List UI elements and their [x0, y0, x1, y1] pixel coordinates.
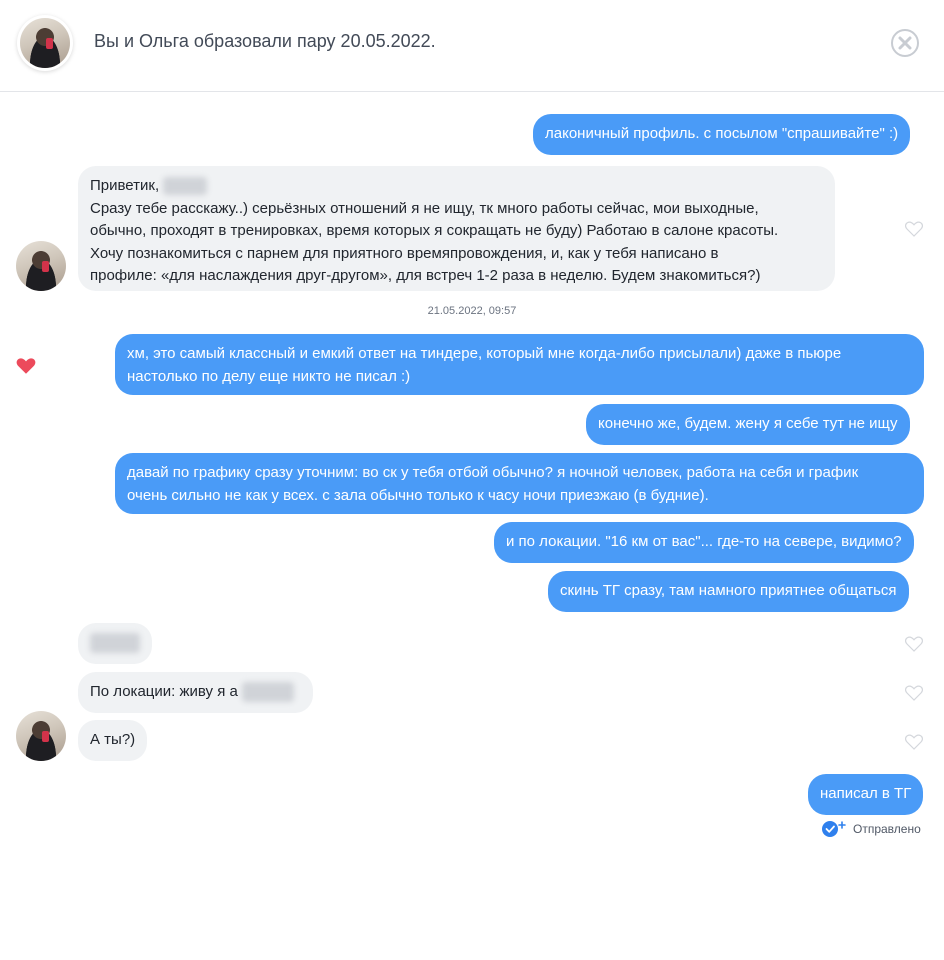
message-text: настолько по делу еще никто не писал :) [127, 367, 411, 385]
message-incoming[interactable]: Приветик, Сразу тебе расскажу..) серьёзн… [78, 166, 835, 291]
message-text: давай по графику сразу уточним: во ск у … [127, 464, 859, 481]
close-icon[interactable] [890, 28, 920, 58]
message-outgoing[interactable]: лаконичный профиль. с посылом "спрашивай… [533, 114, 911, 155]
redacted-location [242, 682, 294, 703]
message-text: лаконичный профиль. с посылом "спрашивай… [545, 125, 899, 142]
message-incoming[interactable] [78, 623, 152, 664]
heart-outline-icon[interactable] [905, 685, 923, 701]
message-text: очень сильно не как у всех. с зала обычн… [127, 486, 709, 504]
message-text: профиле: «для наслаждения друг-другом», … [90, 267, 761, 284]
message-outgoing[interactable]: и по локации. "16 км от вас"... где-то н… [494, 522, 914, 563]
heart-outline-icon[interactable] [905, 221, 923, 237]
message-text: и по локации. "16 км от вас"... где-то н… [506, 533, 902, 550]
chat-header: Вы и Ольга образовали пару 20.05.2022. [0, 0, 944, 92]
message-outgoing[interactable]: хм, это самый классный и емкий ответ на … [115, 334, 924, 395]
message-text: Хочу познакомиться с парнем для приятног… [90, 244, 719, 262]
message-text: А ты?) [90, 731, 136, 748]
match-title: Вы и Ольга образовали пару 20.05.2022. [94, 31, 436, 51]
double-check-icon [822, 821, 846, 837]
message-text: скинь ТГ сразу, там намного приятнее общ… [560, 582, 897, 599]
sender-avatar[interactable] [16, 711, 66, 761]
heart-filled-icon[interactable] [16, 357, 36, 375]
message-outgoing[interactable]: конечно же, будем. жену я себе тут не ищ… [586, 404, 910, 445]
message-outgoing[interactable]: давай по графику сразу уточним: во ск у … [115, 453, 924, 514]
match-avatar[interactable] [20, 18, 70, 68]
message-text: Приветик, [90, 177, 160, 194]
message-text: написал в ТГ [820, 785, 912, 802]
message-text: конечно же, будем. жену я себе тут не ищ… [598, 415, 898, 432]
message-incoming[interactable]: По локации: живу я а [78, 672, 313, 713]
heart-outline-icon[interactable] [905, 734, 923, 750]
message-outgoing[interactable]: скинь ТГ сразу, там намного приятнее общ… [548, 571, 909, 612]
message-outgoing[interactable]: написал в ТГ [808, 774, 924, 815]
message-text: По локации: живу я а [90, 683, 238, 700]
redacted-text [90, 633, 140, 654]
message-incoming[interactable]: А ты?) [78, 720, 148, 761]
message-timestamp: 21.05.2022, 09:57 [427, 305, 517, 317]
message-text: Сразу тебе расскажу..) серьёзных отношен… [90, 199, 759, 217]
redacted-name [163, 177, 208, 196]
message-text: хм, это самый классный и емкий ответ на … [127, 345, 842, 362]
sender-avatar[interactable] [16, 241, 66, 291]
message-text: обычно, проходят в тренировках, время ко… [90, 222, 779, 239]
sent-label: Отправлено [853, 822, 921, 836]
heart-outline-icon[interactable] [905, 636, 923, 652]
